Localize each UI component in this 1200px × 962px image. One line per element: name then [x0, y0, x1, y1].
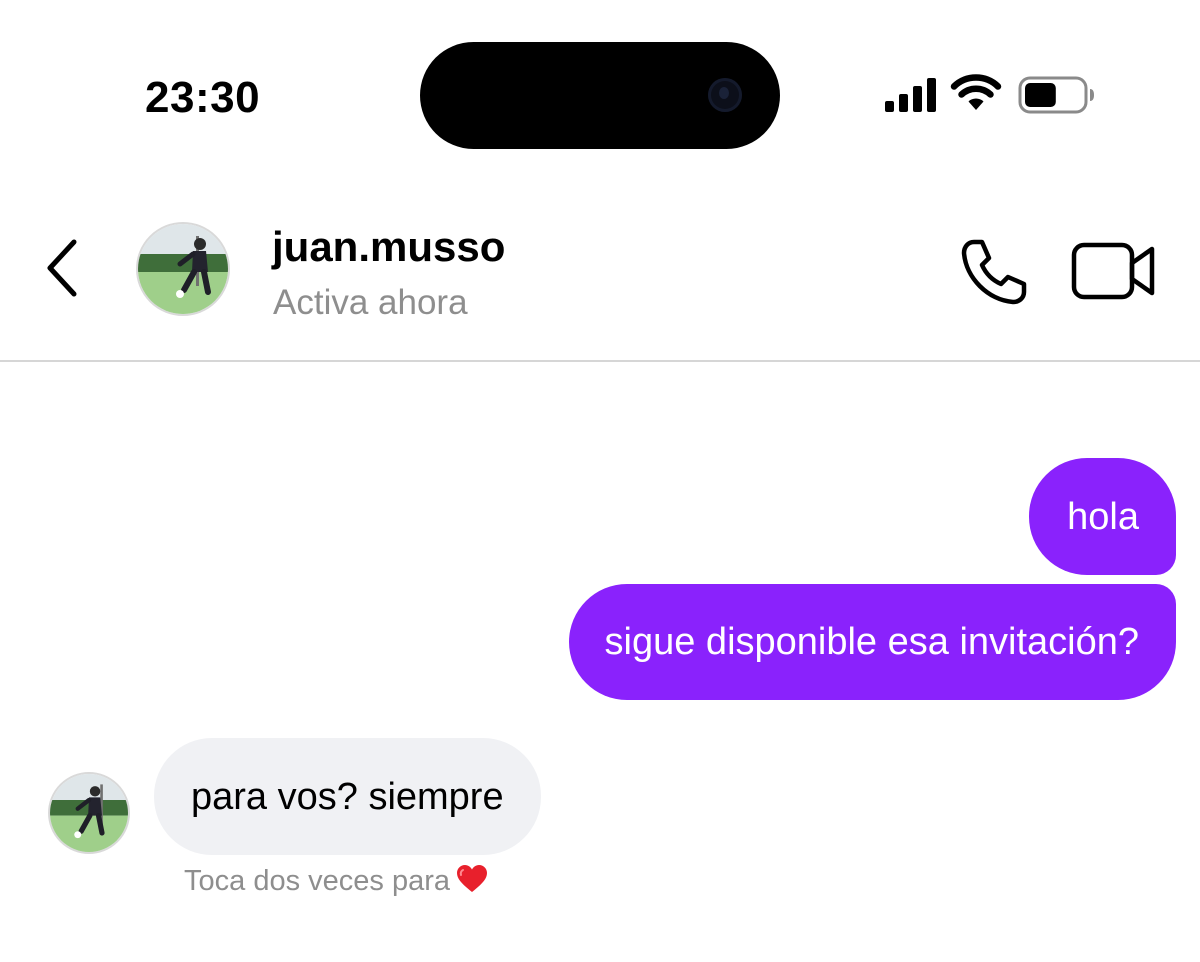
front-camera-icon — [708, 78, 742, 112]
message-text: para vos? siempre — [191, 776, 504, 818]
incoming-message-bubble[interactable]: para vos? siempre — [154, 738, 541, 855]
outgoing-message-bubble[interactable]: hola — [1029, 458, 1176, 575]
reaction-hint: Toca dos veces para — [184, 864, 488, 898]
battery-icon — [1018, 76, 1094, 114]
contact-avatar[interactable] — [136, 222, 230, 316]
signal-icon — [885, 78, 936, 112]
contact-username[interactable]: juan.musso — [272, 222, 505, 272]
heart-icon — [456, 865, 487, 892]
phone-icon[interactable] — [958, 236, 1030, 308]
presence-status: Activa ahora — [273, 283, 468, 322]
header-divider — [0, 360, 1200, 362]
wifi-icon — [950, 74, 1002, 110]
status-time: 23:30 — [145, 73, 261, 122]
message-text: hola — [1067, 496, 1139, 538]
avatar-photo — [138, 224, 228, 314]
video-camera-icon[interactable] — [1070, 240, 1160, 302]
message-text: sigue disponible esa invitación? — [604, 621, 1139, 663]
reaction-hint-text: Toca dos veces para — [184, 865, 450, 897]
outgoing-message-bubble[interactable]: sigue disponible esa invitación? — [568, 584, 1176, 700]
back-icon[interactable] — [36, 236, 86, 300]
status-bar: 23:30 — [0, 0, 1200, 160]
avatar-photo — [50, 774, 128, 852]
dynamic-island — [420, 42, 780, 149]
sender-avatar[interactable] — [48, 772, 130, 854]
chat-header: juan.musso Activa ahora — [0, 200, 1200, 360]
